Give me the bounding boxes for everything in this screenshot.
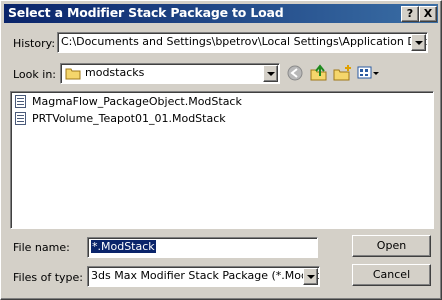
file-list[interactable]: MagmaFlow_PackageObject.ModStack PRTVolu…	[10, 91, 434, 229]
back-icon[interactable]	[286, 64, 304, 82]
dialog-window: Select a Modifier Stack Package to Load …	[0, 0, 442, 300]
dialog-title: Select a Modifier Stack Package to Load	[8, 5, 284, 20]
file-type-combo[interactable]: 3ds Max Modifier Stack Package (*.ModSta…	[87, 266, 320, 287]
file-icon	[15, 112, 26, 125]
history-value: C:\Documents and Settings\bpetrov\Local …	[61, 35, 428, 48]
look-in-value: modstacks	[85, 66, 145, 79]
file-type-value: 3ds Max Modifier Stack Package (*.ModSta…	[91, 269, 320, 282]
file-icon	[15, 95, 26, 108]
cancel-button-label: Cancel	[372, 268, 411, 281]
folder-icon	[65, 68, 81, 80]
look-in-combo[interactable]: modstacks	[60, 63, 280, 84]
cancel-button[interactable]: Cancel	[352, 264, 431, 286]
look-in-label: Look in:	[13, 68, 56, 81]
look-in-dropdown-button[interactable]	[263, 65, 278, 82]
file-item-label: MagmaFlow_PackageObject.ModStack	[32, 95, 242, 108]
history-combo[interactable]: C:\Documents and Settings\bpetrov\Local …	[57, 32, 428, 53]
title-bar[interactable]: Select a Modifier Stack Package to Load …	[4, 4, 438, 23]
up-folder-icon[interactable]	[309, 64, 329, 82]
help-button[interactable]: ?	[401, 6, 419, 22]
file-name-input[interactable]: *.ModStack	[87, 237, 318, 258]
history-dropdown-button[interactable]	[411, 34, 426, 51]
close-button[interactable]: X	[419, 6, 437, 22]
file-name-value: *.ModStack	[90, 239, 157, 254]
open-button[interactable]: Open	[352, 235, 431, 257]
history-label: History:	[13, 37, 56, 50]
view-menu-icon[interactable]	[357, 64, 381, 82]
file-type-dropdown-button[interactable]	[303, 268, 318, 285]
file-item-label: PRTVolume_Teapot01_01.ModStack	[32, 112, 226, 125]
file-name-label: File name:	[13, 241, 70, 254]
new-folder-icon[interactable]	[333, 64, 353, 82]
file-type-label: Files of type:	[13, 271, 84, 284]
open-button-label: Open	[376, 239, 407, 252]
